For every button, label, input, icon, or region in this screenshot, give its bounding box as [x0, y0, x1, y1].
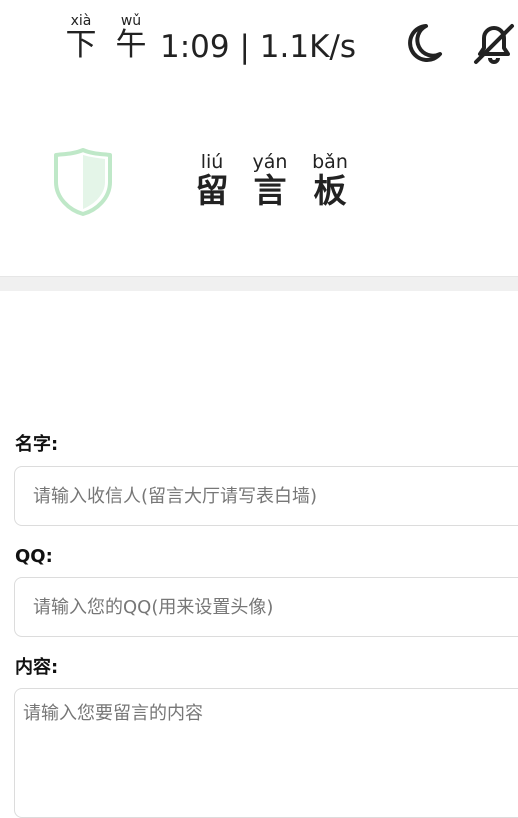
content-textarea[interactable] — [14, 688, 518, 818]
status-bar: xià 下 wǔ 午 1:09 | 1.1K/s — [0, 0, 518, 80]
name-input[interactable] — [14, 466, 518, 526]
moon-icon — [396, 20, 444, 70]
title-char: liú 留 — [192, 152, 232, 210]
qq-label: QQ: — [15, 546, 53, 567]
status-time-char: wǔ 午 — [114, 14, 148, 62]
qq-input[interactable] — [14, 577, 518, 637]
status-time-han: 下 — [65, 27, 97, 63]
content-label: 内容: — [15, 657, 59, 678]
shield-icon — [52, 146, 114, 222]
status-time: 1:09 — [160, 29, 230, 65]
status-separator: | — [239, 29, 260, 65]
status-time-han: 午 — [115, 27, 147, 63]
bell-muted-icon — [470, 20, 518, 70]
status-time-and-speed: 1:09 | 1.1K/s — [160, 30, 356, 64]
status-time-pinyin: wǔ — [120, 13, 142, 29]
title-pinyin: yán — [252, 151, 288, 173]
title-han: 留 — [195, 171, 229, 210]
status-time-char: xià 下 — [64, 14, 98, 62]
section-divider — [0, 277, 518, 291]
status-time-pinyin: xià — [70, 13, 92, 29]
title-han: 言 — [253, 171, 287, 210]
app-header: liú 留 yán 言 bǎn 板 — [0, 80, 518, 277]
title-pinyin: bǎn — [312, 151, 348, 173]
network-speed: 1.1K/s — [259, 29, 357, 65]
title-pinyin: liú — [200, 151, 224, 173]
title-char: bǎn 板 — [310, 152, 350, 210]
title-han: 板 — [313, 171, 347, 210]
title-char: yán 言 — [250, 152, 290, 210]
name-label: 名字: — [15, 434, 59, 455]
